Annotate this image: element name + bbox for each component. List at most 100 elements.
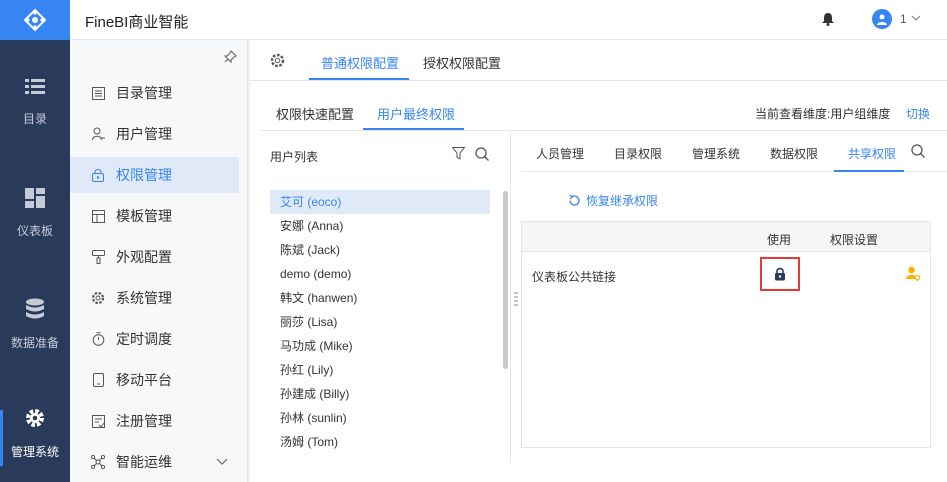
list-icon: [25, 79, 45, 94]
switch-link[interactable]: 切换: [906, 105, 930, 122]
submenu-permissions-label: 权限管理: [116, 167, 172, 183]
user-list-title: 用户列表: [270, 150, 319, 164]
network-icon: [91, 455, 105, 469]
submenu-users[interactable]: 用户管理: [70, 116, 239, 152]
submenu-mobile-label: 移动平台: [116, 372, 172, 388]
use-permission-toggle[interactable]: [760, 257, 800, 291]
chevron-down-icon[interactable]: [911, 15, 921, 21]
table-header: 使用 权限设置: [522, 222, 930, 252]
nav-directory[interactable]: 目录: [0, 78, 70, 127]
user-list-item[interactable]: 孙红 (Lily): [270, 358, 490, 382]
admin-submenu: 目录管理 用户管理 权限管理 模板管理 外观配置 系统管理 定时调度 移动平台 …: [70, 40, 248, 482]
template-icon: [91, 209, 105, 223]
tab-catalog-permission[interactable]: 目录权限: [614, 145, 662, 162]
submenu-registration[interactable]: 注册管理: [70, 403, 239, 439]
pin-icon[interactable]: [223, 50, 237, 64]
user-list-item[interactable]: 汤姆 (Tom): [270, 430, 490, 454]
gear-icon: [26, 409, 44, 427]
restore-inherit-button[interactable]: 恢复继承权限: [568, 192, 658, 209]
timer-icon: [91, 332, 105, 346]
settings-icon[interactable]: [270, 53, 285, 68]
scrollbar[interactable]: [503, 191, 508, 369]
submenu-appearance[interactable]: 外观配置: [70, 239, 239, 275]
submenu-appearance-label: 外观配置: [116, 249, 172, 265]
submenu-mobile[interactable]: 移动平台: [70, 362, 239, 398]
tab-normal-permission[interactable]: 普通权限配置: [321, 53, 399, 72]
user-list-item[interactable]: 韩文 (hanwen): [270, 286, 490, 310]
logo[interactable]: [0, 0, 70, 40]
tab-quick-config[interactable]: 权限快速配置: [276, 104, 354, 123]
top-tabs: 普通权限配置 授权权限配置: [250, 40, 947, 81]
filter-icon[interactable]: [452, 147, 465, 160]
registration-icon: [91, 414, 105, 428]
submenu-templates-label: 模板管理: [116, 208, 172, 224]
nav-dashboard-label: 仪表板: [16, 224, 53, 238]
nav-data-prep[interactable]: 数据准备: [0, 298, 70, 351]
user-list-item[interactable]: demo (demo): [270, 262, 490, 286]
brush-icon: [91, 250, 105, 264]
submenu-catalog[interactable]: 目录管理: [70, 75, 239, 111]
user-list-item[interactable]: 陈斌 (Jack): [270, 238, 490, 262]
submenu-schedule[interactable]: 定时调度: [70, 321, 239, 357]
nav-dashboard[interactable]: 仪表板: [0, 188, 70, 239]
resize-handle[interactable]: [514, 291, 518, 307]
user-list-item[interactable]: 孙林 (sunlin): [270, 406, 490, 430]
submenu-registration-label: 注册管理: [116, 413, 172, 429]
left-nav: 目录 仪表板 数据准备 管理系统: [0, 0, 70, 482]
row-dashboard-public-link: 仪表板公共链接: [532, 270, 617, 284]
user-manage-icon: [91, 127, 105, 141]
submenu-ops-label: 智能运维: [116, 454, 172, 470]
user-list-item[interactable]: 安娜 (Anna): [270, 214, 490, 238]
permission-tabs: 人员管理 目录权限 管理系统 数据权限 共享权限: [521, 131, 947, 172]
top-bar: FineBI商业智能 1: [70, 0, 947, 40]
nav-admin[interactable]: 管理系统: [0, 407, 70, 460]
submenu-system[interactable]: 系统管理: [70, 280, 239, 316]
app-title: FineBI商业智能: [85, 14, 189, 31]
mobile-icon: [91, 373, 105, 387]
rtab-underline: [834, 170, 904, 172]
avatar[interactable]: [872, 9, 892, 29]
submenu-templates[interactable]: 模板管理: [70, 198, 239, 234]
nav-admin-label: 管理系统: [10, 445, 59, 459]
user-icon: [877, 14, 887, 25]
tab-data-permission[interactable]: 数据权限: [770, 145, 818, 162]
content-body: 用户列表 艾可 (eoco) 安娜 (Anna) 陈斌 (Jack) demo …: [260, 130, 947, 463]
lock-outline-icon: [91, 168, 105, 182]
search-icon[interactable]: [475, 147, 489, 161]
tab-personnel[interactable]: 人员管理: [536, 145, 584, 162]
user-list-item[interactable]: 艾可 (eoco): [270, 190, 490, 214]
submenu-catalog-label: 目录管理: [116, 85, 172, 101]
settings-icon: [91, 291, 105, 305]
tab-underline: [309, 78, 409, 80]
tab-user-final-permission[interactable]: 用户最终权限: [377, 104, 455, 123]
user-list-item[interactable]: 孙建成 (Billy): [270, 382, 490, 406]
nav-directory-label: 目录: [22, 112, 47, 126]
submenu-ops[interactable]: 智能运维: [70, 444, 239, 480]
column-header-setting: 权限设置: [830, 233, 879, 247]
submenu-permissions[interactable]: 权限管理: [70, 157, 239, 193]
bell-icon[interactable]: [822, 13, 834, 26]
restore-inherit-label: 恢复继承权限: [586, 194, 659, 208]
user-key-icon[interactable]: [906, 266, 921, 281]
column-header-use: 使用: [767, 233, 792, 247]
user-name[interactable]: 1: [900, 12, 907, 26]
database-icon: [26, 298, 44, 319]
search-icon[interactable]: [911, 144, 925, 158]
user-list-panel: 用户列表 艾可 (eoco) 安娜 (Anna) 陈斌 (Jack) demo …: [260, 131, 511, 463]
view-dimension-text: 当前查看维度:用户组维度: [755, 107, 891, 121]
user-list-item[interactable]: 丽莎 (Lisa): [270, 310, 490, 334]
lock-icon: [775, 267, 785, 281]
user-list-item[interactable]: 马功成 (Mike): [270, 334, 490, 358]
tab-admin-system[interactable]: 管理系统: [692, 145, 740, 162]
tab-grant-permission[interactable]: 授权权限配置: [423, 53, 501, 72]
nav-active-indicator: [0, 410, 3, 466]
logo-icon: [23, 8, 47, 32]
dashboard-icon: [25, 188, 45, 208]
tab-share-permission[interactable]: 共享权限: [848, 145, 896, 162]
sub-tabs: 权限快速配置 用户最终权限 当前查看维度:用户组维度 切换: [250, 81, 947, 130]
main-panel: 普通权限配置 授权权限配置 权限快速配置 用户最终权限 当前查看维度:用户组维度…: [250, 40, 947, 482]
chevron-down-icon[interactable]: [216, 458, 228, 465]
catalog-icon: [91, 86, 105, 100]
submenu-schedule-label: 定时调度: [116, 331, 172, 347]
submenu-system-label: 系统管理: [116, 290, 172, 306]
